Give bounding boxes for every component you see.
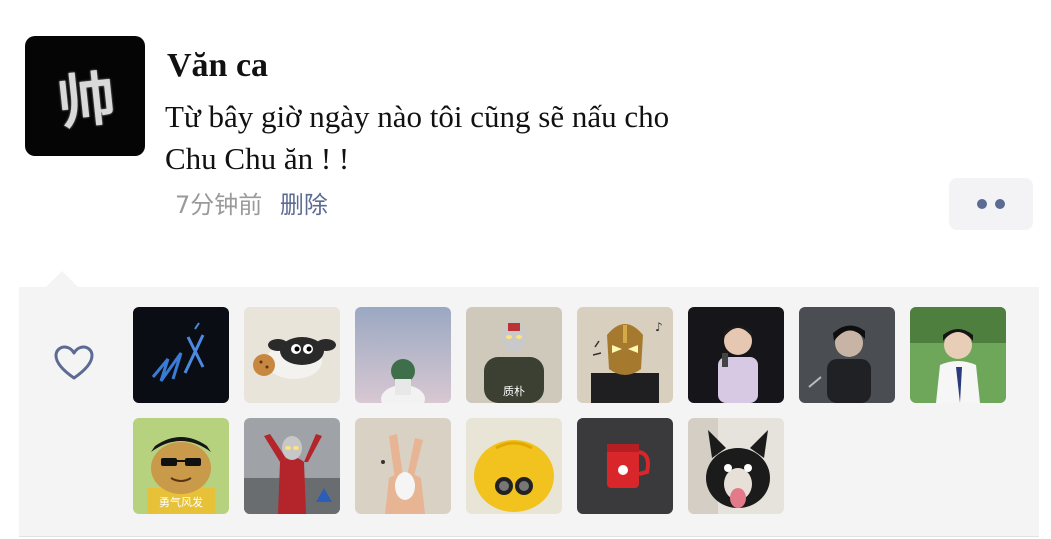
liker-avatar-6[interactable] <box>688 307 784 403</box>
post-timestamp: 7分钟前 <box>175 191 263 219</box>
liker-4-caption: 质朴 <box>503 385 525 398</box>
liker-avatar-9[interactable]: 勇气风发 <box>133 418 229 514</box>
liker-avatar-14[interactable] <box>688 418 784 514</box>
post-text: Từ bây giờ ngày nào tôi cũng sẽ nấu cho … <box>165 96 805 180</box>
liker-avatar-1[interactable] <box>133 307 229 403</box>
bottom-divider <box>19 536 1039 537</box>
heart-icon <box>54 345 94 380</box>
liker-avatar-2[interactable] <box>244 307 340 403</box>
liker-avatar-7[interactable] <box>799 307 895 403</box>
post-text-line-1: Từ bây giờ ngày nào tôi cũng sẽ nấu cho <box>165 99 670 134</box>
liker-avatar-8[interactable] <box>910 307 1006 403</box>
avatar-glyph: 帅 <box>54 64 117 138</box>
svg-text:♪: ♪ <box>655 320 663 334</box>
more-dots-icon-dot-2 <box>995 199 1005 209</box>
liker-avatar-10[interactable] <box>244 418 340 514</box>
liker-9-caption: 勇气风发 <box>159 496 203 509</box>
more-options-button[interactable] <box>949 178 1033 230</box>
poster-username[interactable]: Văn ca <box>167 44 268 88</box>
liker-avatar-4[interactable]: 质朴 <box>466 307 562 403</box>
liker-avatar-11[interactable] <box>355 418 451 514</box>
delete-link[interactable]: 删除 <box>280 191 328 219</box>
more-dots-icon <box>977 199 987 209</box>
liker-avatar-5[interactable]: ♪ <box>577 307 673 403</box>
liker-avatar-13[interactable] <box>577 418 673 514</box>
post-meta: 7分钟前 删除 <box>175 188 328 222</box>
poster-avatar[interactable]: 帅 <box>25 36 145 156</box>
liker-avatar-3[interactable] <box>355 307 451 403</box>
liker-avatar-12[interactable] <box>466 418 562 514</box>
post-text-line-2: Chu Chu ăn ! ! <box>165 141 350 176</box>
likes-panel-arrow <box>46 271 78 287</box>
